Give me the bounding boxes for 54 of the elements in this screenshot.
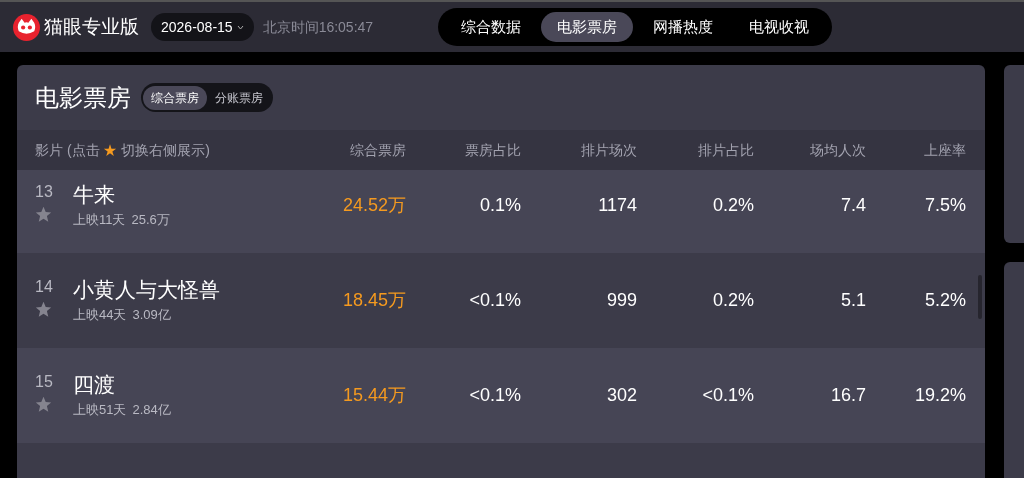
film-title[interactable]: 四渡 <box>73 371 171 398</box>
cumulative-box-office: 3.09亿 <box>132 305 171 324</box>
cumulative-box-office: 25.6万 <box>131 210 170 229</box>
date-picker[interactable]: 2026-08-15 <box>151 13 254 41</box>
rank-number: 15 <box>35 371 53 392</box>
table-cell-text: 19.2% <box>913 384 966 407</box>
nav-tab[interactable]: 网播热度 <box>637 12 729 42</box>
rank-number: 14 <box>35 276 53 297</box>
table-cell-text: 5.2% <box>923 289 966 312</box>
table-row[interactable]: 15 四渡 上映51天 2.84亿 15.44万 <0.1% 302 <0.1% 16.7 19.2% <box>17 348 985 443</box>
clock-text: 北京时间16:05:47 <box>262 17 374 37</box>
table-cell-text: 0.1% <box>478 194 521 217</box>
star-icon[interactable] <box>35 205 52 223</box>
table-cell-text: 15.44万 <box>341 384 406 407</box>
table-cell-text: <0.1% <box>468 289 521 312</box>
panel-title: 电影票房 <box>35 82 131 113</box>
film-title[interactable]: 牛来 <box>73 181 170 208</box>
column-header[interactable]: 场均人次 <box>754 139 866 161</box>
release-days: 上映44天 <box>73 304 127 325</box>
column-header[interactable]: 票房占比 <box>406 139 521 161</box>
table-cell-text: 999 <box>605 289 637 312</box>
table-cell-text: 16.7 <box>829 384 866 407</box>
table-cell-text: 5.1 <box>839 289 866 312</box>
column-header[interactable]: 上座率 <box>866 139 966 161</box>
table-cell-text: 1174 <box>597 194 637 217</box>
rank-number: 13 <box>35 181 53 202</box>
film-column-header: 影片 (点击 ★ 切换右侧展示) <box>35 140 211 160</box>
segment-tab[interactable]: 分账票房 <box>207 85 271 110</box>
table-cell-text: 0.2% <box>711 289 754 312</box>
column-header[interactable]: 综合票房 <box>291 139 406 161</box>
table-cell-text: 7.4 <box>839 194 866 217</box>
segment-tab[interactable]: 综合票房 <box>143 85 207 110</box>
table-cell-text: 24.52万 <box>341 194 406 217</box>
film-title[interactable]: 小黄人与大怪兽 <box>73 276 220 303</box>
table-cell-text: 0.2% <box>711 194 754 217</box>
table-cell-text: <0.1% <box>701 384 754 407</box>
cat-logo-icon <box>13 13 40 41</box>
brand-name: 猫眼专业版 <box>44 14 139 39</box>
star-icon[interactable] <box>35 395 52 413</box>
cumulative-box-office: 2.84亿 <box>132 400 171 419</box>
table-cell-text: <0.1% <box>468 384 521 407</box>
table-row[interactable]: 13 牛来 上映11天 25.6万 24.52万 0.1% 1174 0.2% 7.4 7.5% <box>17 170 985 253</box>
nav-tab[interactable]: 电影票房 <box>541 12 633 42</box>
nav-tab[interactable]: 电视收视 <box>733 12 825 42</box>
column-header[interactable]: 排片场次 <box>521 139 637 161</box>
table-cell-text: 7.5% <box>923 194 966 217</box>
table-cell-text: 18.45万 <box>341 289 406 312</box>
nav-tab[interactable]: 综合数据 <box>445 12 537 42</box>
caret-icon <box>236 24 244 30</box>
release-days: 上映51天 <box>73 399 127 420</box>
release-days: 上映11天 <box>73 209 126 230</box>
table-cell-text: 302 <box>605 384 637 407</box>
star-icon[interactable] <box>35 300 52 318</box>
column-header[interactable]: 排片占比 <box>637 139 754 161</box>
